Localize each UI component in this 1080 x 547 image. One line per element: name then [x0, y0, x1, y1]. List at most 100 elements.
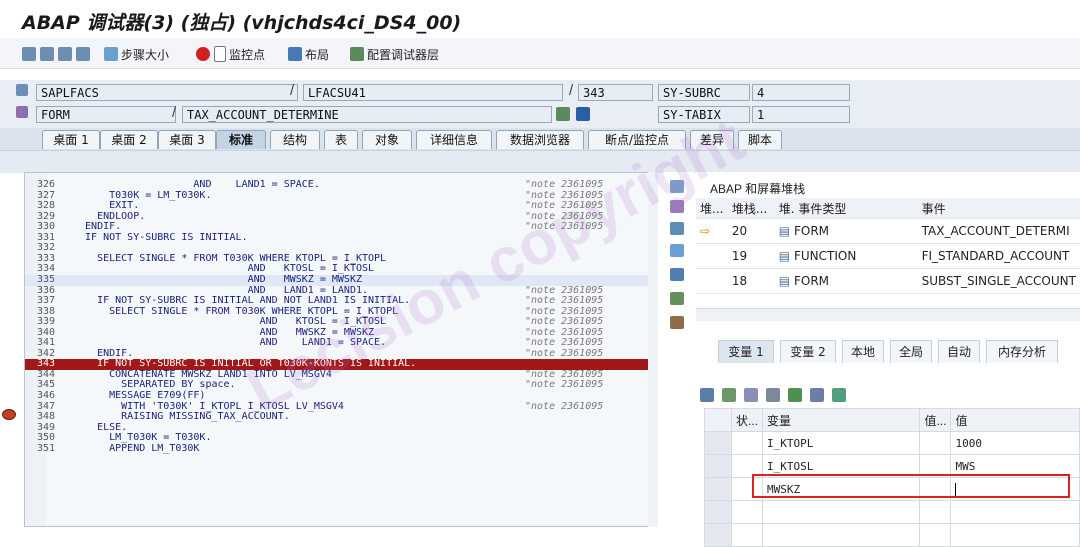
- table-row[interactable]: I_KTOPL 1000: [704, 431, 1080, 455]
- table-row[interactable]: 19 ▤ FUNCTION FI_STANDARD_ACCOUNT: [696, 243, 1080, 269]
- tab-desktop-2[interactable]: 桌面 2: [100, 130, 158, 149]
- stack-event: FI_STANDARD_ACCOUNT: [917, 243, 1080, 269]
- tab-objects[interactable]: 对象: [362, 130, 412, 149]
- stack-type-label: FORM: [793, 224, 830, 238]
- code-line[interactable]: 326 AND LAND1 = SPACE. "note 2361095: [25, 179, 655, 191]
- load-icon[interactable]: [744, 388, 758, 402]
- tab-breakpoints[interactable]: 断点/监控点: [588, 130, 686, 149]
- program-field[interactable]: SAPLFACS: [36, 84, 298, 101]
- navigate-icon[interactable]: [556, 107, 570, 121]
- layout-tool-icon[interactable]: [670, 268, 684, 281]
- code-comment: "note 2361095: [525, 400, 604, 412]
- code-comment: "note 2361095: [525, 379, 604, 391]
- fullscreen-icon[interactable]: [670, 244, 684, 257]
- tab-standard[interactable]: 标准: [216, 130, 266, 149]
- row-selector[interactable]: [704, 431, 732, 455]
- swap-tool-icon[interactable]: [670, 222, 684, 235]
- stack-level: 20: [727, 218, 775, 244]
- row-selector[interactable]: [704, 454, 732, 478]
- var-name-cell[interactable]: [761, 500, 921, 524]
- tab-global[interactable]: 全局: [890, 340, 932, 363]
- tab-desktop-1[interactable]: 桌面 1: [42, 130, 100, 149]
- configure-layers-button[interactable]: 配置调试器层: [350, 46, 439, 62]
- variable-toolbar: [700, 388, 846, 404]
- var-header[interactable]: 值: [950, 408, 1080, 432]
- desktop-tabs: 桌面 1 桌面 2 桌面 3 标准 结构 表 对象 详细信息 数据浏览器 断点/…: [0, 128, 1080, 150]
- code-text: AND LAND1 = SPACE.: [73, 179, 320, 190]
- save-icon[interactable]: [722, 388, 736, 402]
- var-name-cell[interactable]: I_KTOPL: [761, 431, 921, 455]
- layout-button[interactable]: 布局: [288, 46, 329, 62]
- editor-scrollbar[interactable]: [648, 172, 658, 527]
- tab-diff[interactable]: 差异: [690, 130, 734, 149]
- type-field[interactable]: FORM: [36, 106, 176, 123]
- stack-event-type: ▤ FORM: [774, 218, 918, 244]
- form-icon: [16, 106, 28, 118]
- code-comment: "note 2361095: [525, 347, 604, 359]
- stop-button[interactable]: [196, 46, 213, 62]
- stack-header[interactable]: 堆...: [696, 198, 728, 219]
- continue-button[interactable]: [76, 46, 93, 62]
- code-line[interactable]: 335 AND MWSKZ = MWSKZ: [25, 274, 655, 286]
- table-row[interactable]: 18 ▤ FORM SUBST_SINGLE_ACCOUNT: [696, 268, 1080, 294]
- step-size-label: 步骤大小: [121, 47, 170, 62]
- stack-header[interactable]: 堆栈...: [727, 198, 775, 219]
- value-type-cell: [919, 431, 952, 455]
- tab-memory-analysis[interactable]: 内存分析: [986, 340, 1058, 363]
- settings-tool-icon[interactable]: [670, 316, 684, 329]
- filter-icon[interactable]: [788, 388, 802, 402]
- step-into-button[interactable]: [22, 46, 39, 62]
- tab-data-browser[interactable]: 数据浏览器: [496, 130, 584, 149]
- var-header[interactable]: 变量: [761, 408, 921, 432]
- var-value-cell[interactable]: [950, 500, 1080, 524]
- empty-cell: [696, 243, 728, 269]
- watchpoint-button[interactable]: 监控点: [214, 46, 265, 62]
- line-number: 351: [36, 442, 55, 454]
- tab-details[interactable]: 详细信息: [416, 130, 492, 149]
- sy-field-value-2[interactable]: 1: [752, 106, 850, 123]
- var-header[interactable]: 状...: [730, 408, 763, 432]
- row-selector[interactable]: [704, 477, 732, 501]
- tab-table[interactable]: 表: [324, 130, 358, 149]
- table-row[interactable]: ⇨ 20 ▤ FORM TAX_ACCOUNT_DETERMI: [696, 218, 1080, 244]
- delete-icon[interactable]: [700, 388, 714, 402]
- line-number: 346: [36, 390, 55, 401]
- return-button[interactable]: [58, 46, 75, 62]
- settings-icon[interactable]: [832, 388, 846, 402]
- tab-desktop-3[interactable]: 桌面 3: [158, 130, 216, 149]
- services-icon[interactable]: [670, 292, 684, 305]
- var-header[interactable]: 值...: [919, 408, 952, 432]
- stack-header[interactable]: 堆. 事件类型: [774, 198, 918, 219]
- table-row[interactable]: [704, 500, 1080, 524]
- var-value-cell[interactable]: 1000: [950, 431, 1080, 455]
- sy-field-value-1[interactable]: 4: [752, 84, 850, 101]
- code-line[interactable]: 346 MESSAGE E709(FF): [25, 390, 655, 402]
- maximize-icon[interactable]: [670, 180, 684, 193]
- new-tool-icon[interactable]: [670, 200, 684, 213]
- tab-local[interactable]: 本地: [842, 340, 884, 363]
- tab-vars-1[interactable]: 变量 1: [718, 340, 774, 363]
- code-line[interactable]: 351 APPEND LM_T030K: [25, 442, 655, 455]
- event-field[interactable]: TAX_ACCOUNT_DETERMINE: [182, 106, 552, 123]
- tab-auto[interactable]: 自动: [938, 340, 980, 363]
- info-icon[interactable]: [576, 107, 590, 121]
- empty-cell: [696, 268, 728, 294]
- step-over-button[interactable]: [40, 46, 57, 62]
- stack-hscroll[interactable]: [696, 308, 1080, 321]
- transfer-icon[interactable]: [810, 388, 824, 402]
- line-field[interactable]: 343: [578, 84, 653, 101]
- row-selector[interactable]: [704, 500, 732, 524]
- step-size-button[interactable]: 步骤大小: [104, 46, 169, 62]
- include-field[interactable]: LFACSU41: [303, 84, 563, 101]
- variable-tabs: 变量 1 变量 2 本地 全局 自动 内存分析: [696, 340, 1080, 364]
- stack-header[interactable]: 事件: [917, 198, 1080, 219]
- export-icon[interactable]: [766, 388, 780, 402]
- breakpoint-icon[interactable]: [2, 409, 16, 420]
- source-code-editor[interactable]: 326 AND LAND1 = SPACE. "note 2361095 327 T…: [24, 172, 656, 527]
- code-line[interactable]: 331 IF NOT SY-SUBRC IS INITIAL.: [25, 232, 655, 244]
- line-number: 326: [36, 179, 55, 190]
- tab-structure[interactable]: 结构: [270, 130, 320, 149]
- tab-vars-2[interactable]: 变量 2: [780, 340, 836, 363]
- program-info-area: SAPLFACS / LFACSU41 / 343 SY-SUBRC 4 FOR…: [0, 80, 1080, 128]
- tab-script[interactable]: 脚本: [738, 130, 782, 149]
